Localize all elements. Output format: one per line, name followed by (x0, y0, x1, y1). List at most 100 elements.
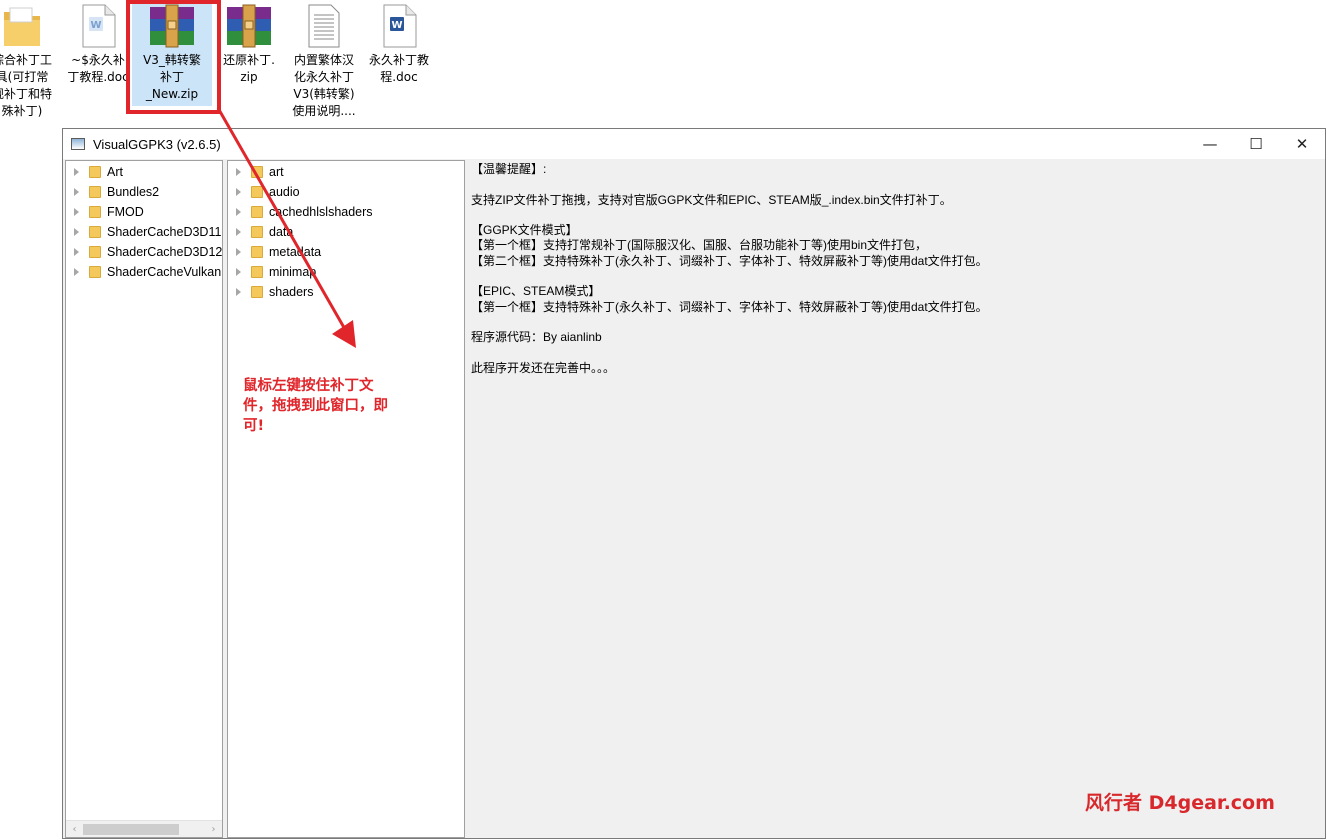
info-line: 【EPIC、STEAM模式】 (471, 284, 601, 299)
tree-node-shadercache-d3d12[interactable]: ShaderCacheD3D12 (66, 242, 222, 262)
info-text-panel: 【温馨提醒】: 支持ZIP文件补丁拖拽，支持对官版GGPK文件和EPIC、STE… (466, 160, 1325, 838)
info-line (471, 346, 1325, 361)
minimize-button[interactable]: — (1187, 129, 1233, 159)
info-line: 此程序开发还在完善中。。。 (471, 360, 616, 375)
expand-arrow-icon[interactable] (236, 188, 241, 196)
info-line: 程序源代码：By aianlinb (471, 330, 602, 345)
desktop-icon-patch-tool-folder[interactable]: 综合补丁工 具(可打常 规补丁和特 殊补丁) (0, 2, 64, 120)
tree-node-shaders[interactable]: shaders (228, 282, 313, 302)
folder-icon (251, 166, 263, 178)
bundle-tree-pane[interactable]: art audio cachedhlslshaders data metadat… (227, 160, 465, 838)
info-line: 【GGPK文件模式】 (471, 223, 578, 238)
folder-icon (89, 266, 101, 278)
info-line: 【第一个框】支持打常规补丁(国际服汉化、国服、台服功能补丁等)使用bin文件打包… (471, 238, 928, 253)
info-line: 【温馨提醒】: (471, 162, 547, 176)
expand-arrow-icon[interactable] (74, 228, 79, 236)
tree-node-label: cachedhlslshaders (269, 205, 373, 219)
info-line (471, 208, 1325, 223)
tree-node-shadercache-d3d11[interactable]: ShaderCacheD3D11 (66, 222, 221, 242)
scrollbar-thumb[interactable] (83, 824, 179, 835)
desktop-icon-temp-doc[interactable]: W ~$永久补 丁教程.doc (56, 2, 140, 86)
folder-icon (251, 186, 263, 198)
tree-node-label: ShaderCacheVulkan (107, 265, 222, 279)
tree-node-label: ShaderCacheD3D11 (107, 225, 222, 239)
folder-icon (251, 266, 263, 278)
desktop-icon-label: 内置繁体汉 化永久补丁 V3(韩转繁) 使用说明.... (292, 53, 356, 118)
desktop-icon-readme-txt[interactable]: 内置繁体汉 化永久补丁 V3(韩转繁) 使用说明.... (282, 2, 366, 120)
folder-icon (0, 2, 46, 50)
desktop-icon-tutorial-doc[interactable]: W 永久补丁教 程.doc (357, 2, 441, 86)
folder-icon (251, 246, 263, 258)
info-line: 支持ZIP文件补丁拖拽，支持对官版GGPK文件和EPIC、STEAM版_.ind… (471, 192, 952, 207)
svg-text:W: W (391, 20, 402, 31)
folder-icon (89, 186, 101, 198)
tree-node-audio[interactable]: audio (228, 182, 300, 202)
folder-icon (89, 166, 101, 178)
expand-arrow-icon[interactable] (74, 168, 79, 176)
winrar-archive-icon (148, 2, 196, 50)
tree-node-label: audio (269, 185, 300, 199)
desktop-icon-label: ~$永久补 丁教程.doc (67, 53, 129, 84)
title-bar[interactable]: VisualGGPK3 (v2.6.5) — ☐ ✕ (63, 129, 1325, 159)
tree-node-data[interactable]: data (228, 222, 293, 242)
tree-node-label: metadata (269, 245, 322, 259)
tree-node-label: Bundles2 (107, 185, 160, 199)
tree-node-label: art (269, 165, 284, 179)
folder-icon (251, 206, 263, 218)
tree-node-label: FMOD (107, 205, 144, 219)
scroll-right-icon[interactable]: › (205, 821, 222, 837)
expand-arrow-icon[interactable] (74, 208, 79, 216)
tree-node-bundles2[interactable]: Bundles2 (66, 182, 159, 202)
desktop-icon-label: 综合补丁工 具(可打常 规补丁和特 殊补丁) (0, 53, 52, 118)
close-button[interactable]: ✕ (1279, 129, 1325, 159)
word-doc-icon: W (74, 2, 122, 50)
tree-node-cachedhlslshaders[interactable]: cachedhlslshaders (228, 202, 373, 222)
maximize-button[interactable]: ☐ (1233, 129, 1279, 159)
expand-arrow-icon[interactable] (236, 168, 241, 176)
folder-icon (89, 206, 101, 218)
expand-arrow-icon[interactable] (236, 228, 241, 236)
scroll-left-icon[interactable]: ‹ (66, 821, 83, 837)
info-line (471, 177, 1325, 192)
tree-node-label: minimap (269, 265, 317, 279)
desktop-icon-label: V3_韩转繁 补丁 _New.zip (143, 53, 201, 101)
tree-node-label: Art (107, 165, 123, 179)
folder-icon (89, 246, 101, 258)
tree-node-minimap[interactable]: minimap (228, 262, 316, 282)
info-line (471, 269, 1325, 284)
app-icon (71, 138, 85, 150)
ggpk-tree-pane[interactable]: Art Bundles2 FMOD ShaderCacheD3D11 Shade… (65, 160, 223, 838)
visualggpk3-window: VisualGGPK3 (v2.6.5) — ☐ ✕ Art Bundles2 … (62, 128, 1326, 839)
site-watermark: 风行者 D4gear.com (1085, 792, 1275, 814)
text-file-icon (300, 2, 348, 50)
expand-arrow-icon[interactable] (236, 248, 241, 256)
tree-node-label: ShaderCacheD3D12 (107, 245, 223, 259)
folder-icon (251, 226, 263, 238)
expand-arrow-icon[interactable] (74, 248, 79, 256)
word-doc-icon: W (375, 2, 423, 50)
svg-text:W: W (90, 20, 101, 31)
folder-icon (251, 286, 263, 298)
winrar-archive-icon (225, 2, 273, 50)
info-line (471, 315, 1325, 330)
drag-instruction-annotation: 鼠标左键按住补丁文件，拖拽到此窗口，即可! (243, 378, 388, 434)
desktop-icon-restore-zip[interactable]: 还原补丁. zip (207, 2, 291, 86)
tree-node-art[interactable]: art (228, 162, 284, 182)
desktop-icon-label: 还原补丁. zip (223, 53, 275, 84)
info-line: 【第一个框】支持特殊补丁(永久补丁、词缀补丁、字体补丁、特效屏蔽补丁等)使用da… (471, 299, 988, 314)
desktop-icon-label: 永久补丁教 程.doc (368, 53, 429, 84)
tree-node-art[interactable]: Art (66, 162, 123, 182)
expand-arrow-icon[interactable] (74, 268, 79, 276)
tree-node-fmod[interactable]: FMOD (66, 202, 144, 222)
horizontal-scrollbar[interactable]: ‹ › (66, 820, 222, 837)
tree-node-metadata[interactable]: metadata (228, 242, 321, 262)
tree-node-shadercache-vulkan[interactable]: ShaderCacheVulkan (66, 262, 221, 282)
expand-arrow-icon[interactable] (236, 288, 241, 296)
expand-arrow-icon[interactable] (236, 208, 241, 216)
expand-arrow-icon[interactable] (236, 268, 241, 276)
expand-arrow-icon[interactable] (74, 188, 79, 196)
folder-icon (89, 226, 101, 238)
tree-node-label: shaders (269, 285, 314, 299)
window-title: VisualGGPK3 (v2.6.5) (93, 136, 221, 152)
desktop-icon-v3-patch-zip[interactable]: V3_韩转繁 补丁 _New.zip (132, 2, 212, 106)
